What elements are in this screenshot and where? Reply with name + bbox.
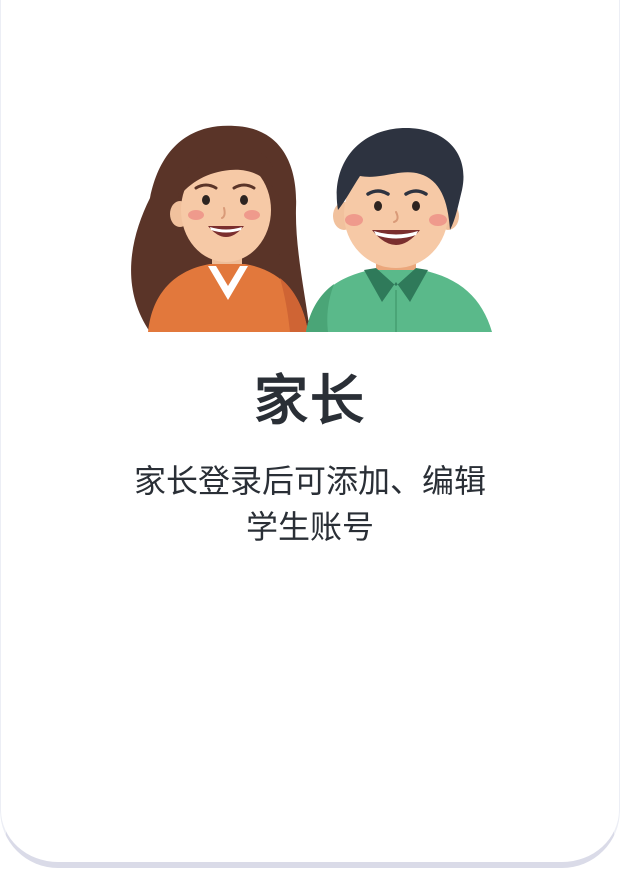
role-description: 家长登录后可添加、编辑 学生账号	[110, 458, 510, 550]
role-description-line: 学生账号	[245, 508, 374, 546]
parents-illustration-icon	[131, 125, 492, 332]
role-description-line: 家长登录后可添加、编辑	[133, 462, 486, 500]
parent-role-card[interactable]: 家长 家长登录后可添加、编辑 学生账号	[0, 0, 620, 870]
role-title: 家长	[254, 369, 366, 432]
